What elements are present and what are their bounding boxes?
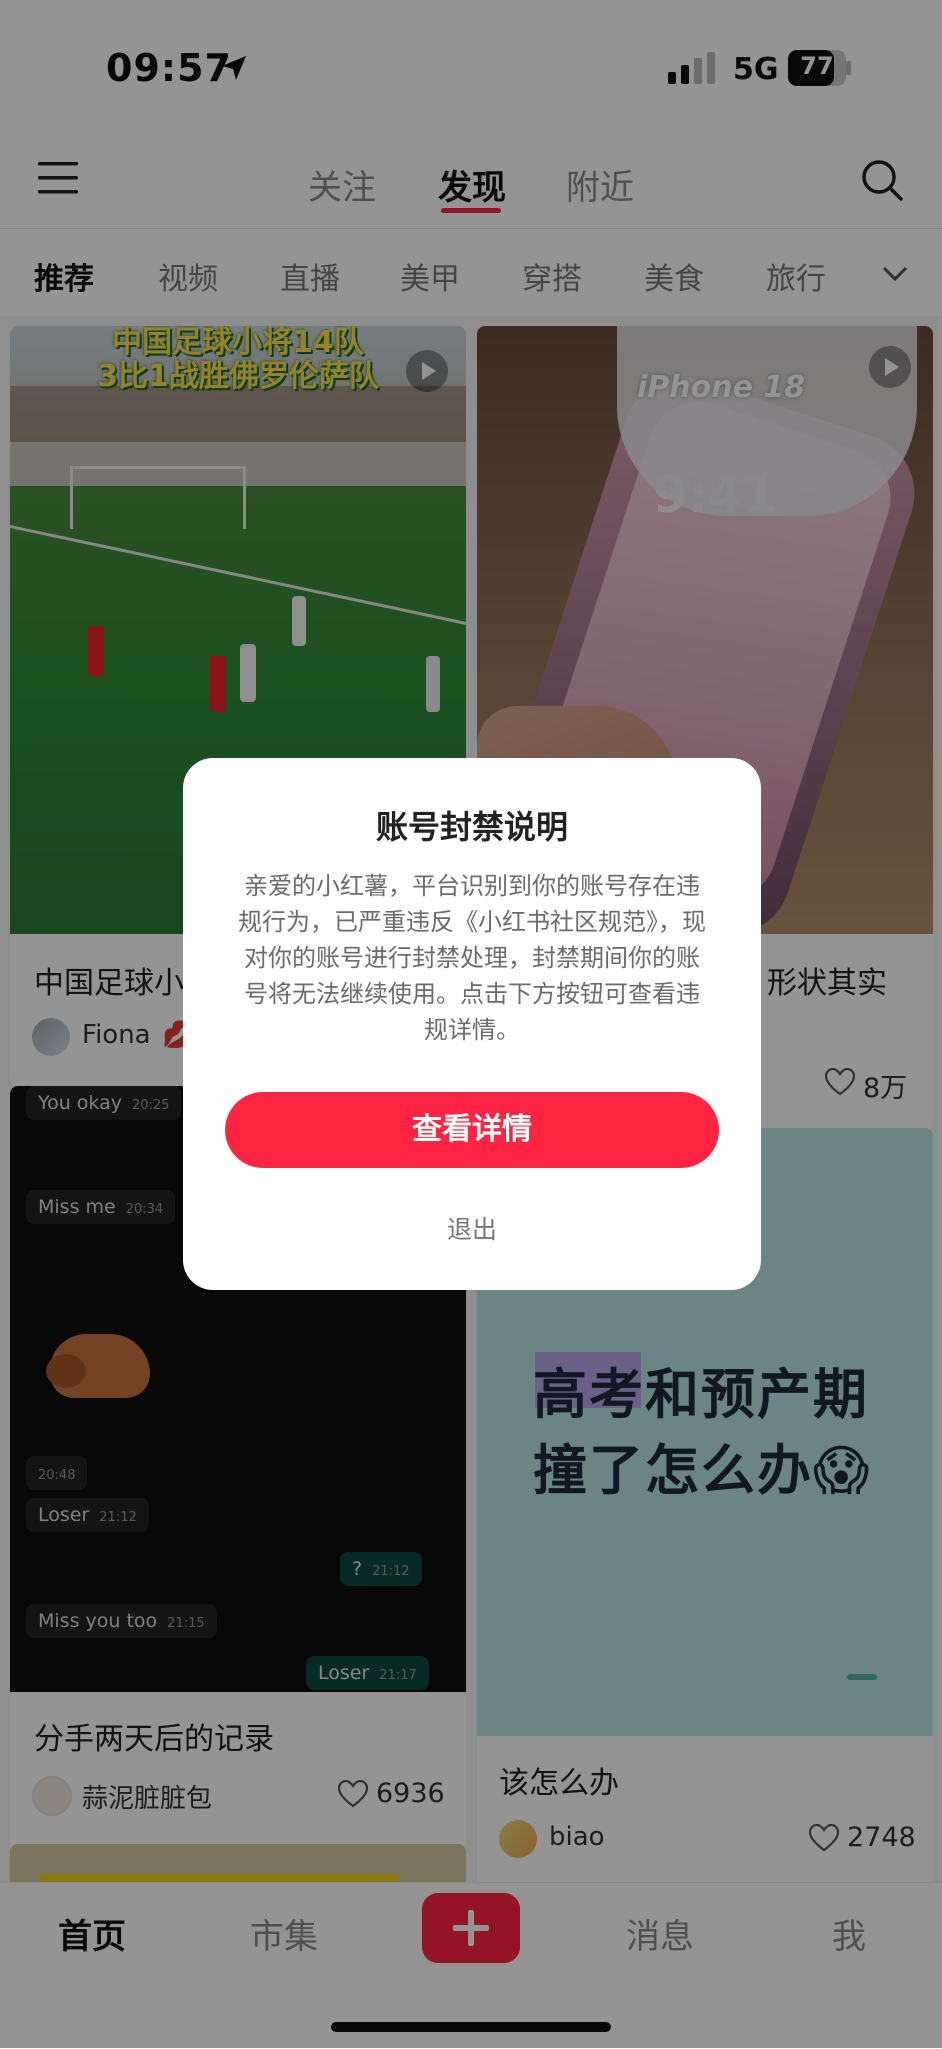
- view-details-button[interactable]: 查看详情: [225, 1092, 719, 1168]
- dialog-title: 账号封禁说明: [375, 808, 568, 846]
- ban-notice-dialog: 账号封禁说明 亲爱的小红薯，平台识别到你的账号存在违规行为，已严重违反《小红书社…: [183, 758, 761, 1290]
- exit-button[interactable]: 退出: [183, 1210, 761, 1246]
- dialog-message: 亲爱的小红薯，平台识别到你的账号存在违规行为，已严重违反《小红书社区规范》，现对…: [238, 872, 706, 1044]
